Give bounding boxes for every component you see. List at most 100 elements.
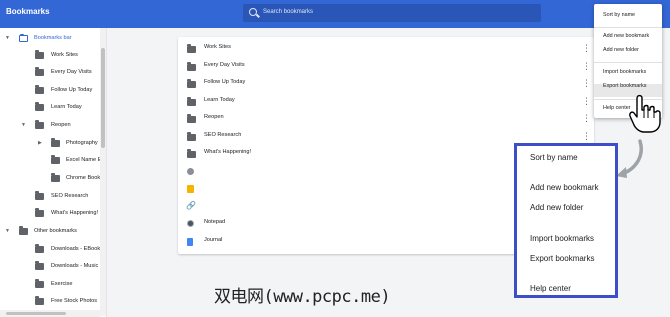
list-item-label: Notepad [204,219,226,225]
sidebar-item-label: Downloads - Music [51,263,99,269]
folder-icon [19,226,28,235]
menu-item-add-new-bookmark[interactable]: Add new bookmark [603,33,649,39]
more-options-icon[interactable]: ⋮ [582,42,591,54]
sidebar-item-label: Downloads - EBook [51,246,101,252]
sidebar-item-label: Bookmarks bar [34,35,72,41]
menu-item-export-bookmarks[interactable]: Export bookmarks [603,83,646,89]
sidebar-item-label: Work Sites [51,52,78,58]
menu-item-import-bookmarks[interactable]: Import bookmarks [603,69,646,75]
zoom-menu-item-sort-by-name[interactable]: Sort by name [530,153,578,162]
hand-cursor-icon [629,94,661,133]
folder-icon [35,50,44,59]
folder-icon [35,85,44,94]
sidebar-scrollbar[interactable] [100,28,106,316]
list-item-label: Work Sites [204,44,231,50]
list-item[interactable]: Learn Today ⋮ [178,93,594,110]
expand-triangle-icon[interactable]: ▼ [5,225,10,237]
search-bar[interactable]: Search bookmarks [243,4,541,22]
list-item-label: SEO Research [204,132,242,138]
zoom-menu-item-add-new-bookmark[interactable]: Add new bookmark [530,183,598,192]
globe-icon [187,168,194,175]
more-options-icon[interactable]: ⋮ [582,95,591,107]
more-options-icon[interactable]: ⋮ [582,130,591,142]
sidebar-item-excel-name[interactable]: Excel Name E [0,154,101,166]
sidebar-item-work-sites[interactable]: Work Sites [0,49,100,61]
folder-icon [19,33,28,42]
folder-icon [35,296,44,305]
folder-icon [187,149,196,158]
top-bar: Bookmarks Search bookmarks [0,0,670,28]
zoomed-organize-menu: Sort by name Add new bookmark Add new fo… [514,143,618,298]
sidebar-item-reopen[interactable]: ▼ Reopen [0,119,100,131]
expand-triangle-icon[interactable]: ▼ [5,32,10,44]
menu-item-help-center[interactable]: Help center [603,105,631,111]
sidebar-item-label: Follow Up Today [51,87,93,93]
folder-icon [187,97,196,106]
folder-icon [187,62,196,71]
expand-triangle-icon[interactable]: ▼ [21,119,26,131]
folder-icon [51,138,60,147]
menu-item-add-new-folder[interactable]: Add new folder [603,47,639,53]
list-item[interactable]: Follow Up Today ⋮ [178,75,594,92]
notepad-icon [187,220,194,227]
folder-icon [35,102,44,111]
sidebar-item-exercise[interactable]: Exercise [0,278,100,290]
folder-icon [35,244,44,253]
more-options-icon[interactable]: ⋮ [582,112,591,124]
sidebar-item-label: Other bookmarks [34,228,77,234]
sidebar-item-other-bookmarks[interactable]: ▼ Other bookmarks [0,225,100,237]
list-item[interactable]: Reopen ⋮ [178,110,594,127]
folder-icon [187,44,196,53]
folder-icon [51,155,60,164]
sidebar-item-every-day-visits[interactable]: Every Day Visits [0,66,100,78]
menu-divider [594,27,662,28]
sidebar-item-photography[interactable]: ▶ Photography [0,137,100,149]
folder-icon [35,67,44,76]
zoom-menu-item-import-bookmarks[interactable]: Import bookmarks [530,234,594,243]
folder-icon [187,114,196,123]
sidebar-item-seo-research[interactable]: SEO Research [0,190,100,202]
sidebar-item-chrome-book[interactable]: Chrome Book [0,172,100,184]
zoom-menu-item-help-center[interactable]: Help center [530,284,571,293]
sidebar-item-bookmarks-bar[interactable]: ▼ Bookmarks bar [0,32,100,44]
zoom-menu-item-add-new-folder[interactable]: Add new folder [530,203,583,212]
sidebar-item-label: SEO Research [51,193,89,199]
scrollbar-thumb[interactable] [101,48,105,148]
app-title: Bookmarks [6,7,50,16]
document-icon [187,238,193,246]
sidebar-item-label: Reopen [51,122,71,128]
collapse-triangle-icon[interactable]: ▶ [38,137,42,149]
folder-icon [187,79,196,88]
search-icon [249,8,257,16]
sidebar: ▼ Bookmarks bar Work Sites Every Day Vis… [0,28,107,317]
sidebar-item-whats-happening[interactable]: What's Happening! [0,207,100,219]
scrollbar-thumb[interactable] [6,312,66,315]
list-item[interactable]: Work Sites ⋮ [178,40,594,57]
sidebar-item-label: What's Happening! [51,210,99,216]
more-options-icon[interactable]: ⋮ [582,77,591,89]
sidebar-horizontal-scrollbar[interactable] [0,310,100,317]
sidebar-item-label: Exercise [51,281,73,287]
list-item[interactable]: Every Day Visits ⋮ [178,58,594,75]
watermark: 双电网(www.pcpc.me) [214,287,391,307]
sidebar-item-follow-up-today[interactable]: Follow Up Today [0,84,100,96]
list-item-label: Learn Today [204,97,235,103]
sidebar-item-label: Learn Today [51,104,82,110]
list-item-label: Follow Up Today [204,79,246,85]
sidebar-item-label: Photography [66,140,98,146]
sidebar-item-free-stock-photos[interactable]: Free Stock Photos [0,295,100,307]
folder-icon [35,279,44,288]
sidebar-item-learn-today[interactable]: Learn Today [0,101,100,113]
sidebar-item-downloads-music[interactable]: Downloads - Music [0,260,100,272]
menu-divider [594,62,662,63]
zoom-menu-item-export-bookmarks[interactable]: Export bookmarks [530,254,594,263]
folder-icon [51,173,60,182]
folder-icon [35,208,44,217]
sidebar-item-downloads-ebook[interactable]: Downloads - EBook [0,243,100,255]
yellow-site-icon [187,185,194,193]
more-options-icon[interactable]: ⋮ [582,60,591,72]
link-icon: 🔗 [186,201,196,210]
search-input[interactable]: Search bookmarks [263,9,313,15]
menu-item-sort-by-name[interactable]: Sort by name [603,12,635,18]
folder-icon [35,120,44,129]
